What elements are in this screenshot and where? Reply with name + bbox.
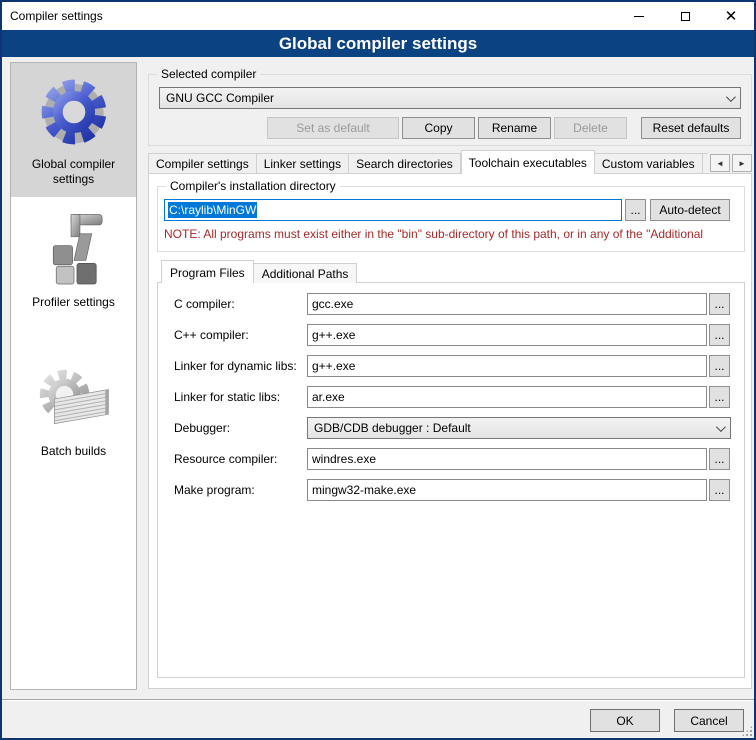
delete-button: Delete: [554, 117, 627, 139]
maximize-icon: [681, 12, 690, 21]
subtab-program-files[interactable]: Program Files: [161, 260, 254, 283]
linker-for-dynamic-libs-label: Linker for dynamic libs:: [174, 359, 297, 373]
make-program-row: Make program: mingw32-make.exe...: [174, 479, 744, 501]
subtab-additional-paths[interactable]: Additional Paths: [254, 263, 358, 283]
installation-directory-group: Compiler's installation directory C:\ray…: [157, 186, 745, 252]
selected-compiler-dropdown[interactable]: GNU GCC Compiler: [159, 87, 741, 109]
compiler-actions: Set as defaultCopyRenameDelete Reset defa…: [159, 117, 741, 139]
footer-divider: [2, 699, 754, 701]
caliper-blocks-icon: [33, 209, 115, 291]
sidebar-item-label: Global compiler settings: [13, 157, 134, 187]
c-compiler-browse-button[interactable]: ...: [709, 324, 730, 346]
sidebar-item-profiler-settings[interactable]: Profiler settings: [11, 201, 136, 320]
resource-compiler-value: windres.exe: [312, 452, 376, 466]
window-title: Compiler settings: [2, 9, 103, 23]
installation-directory-value: C:\raylib\MinGW: [168, 202, 257, 218]
minimize-icon: [634, 16, 644, 17]
settings-tab-strip: Compiler settingsLinker settingsSearch d…: [148, 150, 752, 174]
tab-scroll-right-button[interactable]: ►: [732, 154, 752, 172]
title-bar: Compiler settings ✕: [2, 2, 754, 30]
selected-compiler-value: GNU GCC Compiler: [166, 91, 274, 105]
tab-scroll-arrows: ◄ ►: [710, 154, 752, 172]
make-program-browse-button[interactable]: ...: [709, 479, 730, 501]
make-program-label: Make program:: [174, 483, 255, 497]
linker-for-dynamic-libs-browse-button[interactable]: ...: [709, 355, 730, 377]
maximize-button[interactable]: [662, 2, 708, 30]
cancel-button[interactable]: Cancel: [674, 709, 744, 732]
c-compiler-label: C++ compiler:: [174, 328, 249, 342]
debugger-value: GDB/CDB debugger : Default: [314, 421, 471, 435]
footer: OK Cancel: [2, 709, 744, 735]
browse-directory-button[interactable]: ...: [625, 199, 646, 221]
sidebar-item-batch-builds[interactable]: Batch builds: [11, 350, 136, 469]
blue-gear-icon: [33, 71, 115, 153]
toolchain-executables-panel: Compiler's installation directory C:\ray…: [148, 173, 752, 689]
linker-for-static-libs-row: Linker for static libs: ar.exe...: [174, 386, 744, 408]
settings-category-sidebar: Global compiler settings Profiler settin…: [10, 62, 137, 690]
c-compiler-row: C compiler: gcc.exe...: [174, 293, 744, 315]
program-files-tabs: Program FilesAdditional Paths: [161, 260, 357, 283]
selected-compiler-group-label: Selected compiler: [157, 67, 260, 81]
arrow-left-icon: ◄: [716, 159, 724, 168]
tab-linker-settings[interactable]: Linker settings: [257, 153, 349, 174]
linker-for-dynamic-libs-value: g++.exe: [312, 359, 355, 373]
linker-for-dynamic-libs-input[interactable]: g++.exe: [307, 355, 707, 377]
tab-search-directories[interactable]: Search directories: [349, 153, 461, 174]
c-compiler-label: C compiler:: [174, 297, 235, 311]
tab-scroll-left-button[interactable]: ◄: [710, 154, 730, 172]
debugger-row: Debugger: GDB/CDB debugger : Default: [174, 417, 744, 439]
c-compiler-row: C++ compiler: g++.exe...: [174, 324, 744, 346]
gray-gear-stack-icon: [33, 358, 115, 440]
close-button[interactable]: ✕: [708, 2, 754, 30]
make-program-input[interactable]: mingw32-make.exe: [307, 479, 707, 501]
note-text: NOTE: All programs must exist either in …: [164, 227, 742, 241]
c-compiler-value: g++.exe: [312, 328, 355, 342]
installation-directory-row: C:\raylib\MinGW ... Auto-detect: [164, 199, 738, 221]
ok-button[interactable]: OK: [590, 709, 660, 732]
c-compiler-browse-button[interactable]: ...: [709, 293, 730, 315]
close-icon: ✕: [725, 9, 738, 24]
c-compiler-input[interactable]: gcc.exe: [307, 293, 707, 315]
installation-directory-group-label: Compiler's installation directory: [166, 179, 340, 193]
copy-button[interactable]: Copy: [402, 117, 475, 139]
settings-tabs: Compiler settingsLinker settingsSearch d…: [148, 150, 708, 174]
program-files-panel: C compiler: gcc.exe... C++ compiler: g++.ex…: [157, 282, 745, 678]
tab-build-options[interactable]: Build options: [703, 153, 708, 174]
rename-button[interactable]: Rename: [478, 117, 551, 139]
tab-compiler-settings[interactable]: Compiler settings: [148, 153, 257, 174]
debugger-dropdown[interactable]: GDB/CDB debugger : Default: [307, 417, 731, 439]
linker-for-static-libs-input[interactable]: ar.exe: [307, 386, 707, 408]
sidebar-item-global-compiler-settings[interactable]: Global compiler settings: [11, 63, 136, 197]
set-as-default-button: Set as default: [267, 117, 399, 139]
chevron-down-icon: [716, 422, 726, 432]
resource-compiler-label: Resource compiler:: [174, 452, 277, 466]
compiler-settings-dialog: Compiler settings ✕ Global compiler sett…: [0, 0, 756, 740]
linker-for-static-libs-label: Linker for static libs:: [174, 390, 280, 404]
sidebar-item-label: Profiler settings: [13, 295, 134, 310]
selected-compiler-group: Selected compiler GNU GCC Compiler Set a…: [148, 74, 752, 146]
debugger-label: Debugger:: [174, 421, 230, 435]
resource-compiler-row: Resource compiler: windres.exe...: [174, 448, 744, 470]
page-title: Global compiler settings: [2, 30, 754, 57]
reset-defaults-button[interactable]: Reset defaults: [641, 117, 741, 139]
sidebar-item-label: Batch builds: [13, 444, 134, 459]
chevron-down-icon: [726, 92, 736, 102]
make-program-value: mingw32-make.exe: [312, 483, 416, 497]
linker-for-static-libs-browse-button[interactable]: ...: [709, 386, 730, 408]
tab-toolchain-executables[interactable]: Toolchain executables: [461, 150, 595, 174]
linker-for-dynamic-libs-row: Linker for dynamic libs: g++.exe...: [174, 355, 744, 377]
auto-detect-button[interactable]: Auto-detect: [650, 199, 730, 221]
installation-directory-input[interactable]: C:\raylib\MinGW: [164, 199, 622, 221]
resource-compiler-input[interactable]: windres.exe: [307, 448, 707, 470]
linker-for-static-libs-value: ar.exe: [312, 390, 345, 404]
resource-compiler-browse-button[interactable]: ...: [709, 448, 730, 470]
arrow-right-icon: ►: [738, 159, 746, 168]
tab-custom-variables[interactable]: Custom variables: [595, 153, 703, 174]
c-compiler-value: gcc.exe: [312, 297, 353, 311]
c-compiler-input[interactable]: g++.exe: [307, 324, 707, 346]
window-controls: ✕: [616, 2, 754, 30]
minimize-button[interactable]: [616, 2, 662, 30]
